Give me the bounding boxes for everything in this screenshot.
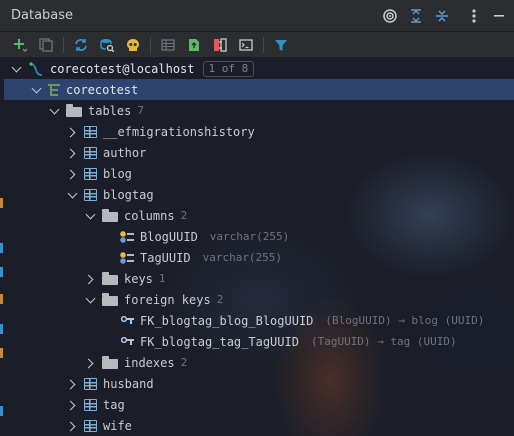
table-label: wife (103, 418, 132, 433)
collapse-all-icon[interactable] (430, 4, 454, 28)
foreign-key-reference: (TagUUID) → tag (UUID) (310, 335, 457, 348)
table-icon (84, 398, 97, 411)
chevron-right-icon[interactable] (66, 420, 78, 432)
refresh-icon[interactable] (68, 33, 94, 57)
columns-count: 2 (180, 209, 188, 222)
indexes-count: 2 (180, 356, 188, 369)
chevron-down-icon[interactable] (10, 63, 22, 75)
keys-folder-label: keys (124, 271, 153, 286)
tables-count: 7 (137, 104, 144, 117)
database-toolbar (0, 32, 514, 57)
minimize-icon[interactable] (488, 4, 512, 28)
push-icon[interactable] (181, 33, 207, 57)
database-connection-icon (28, 61, 44, 76)
chevron-right-icon[interactable] (66, 147, 78, 159)
column-label: TagUUID (140, 250, 191, 265)
toolbar-separator (150, 36, 151, 53)
table-view-icon[interactable] (155, 33, 181, 57)
column-label: BlogUUID (140, 229, 198, 244)
tree-row-column[interactable]: TagUUID varchar(255) (4, 247, 514, 268)
tree-row-columns-folder[interactable]: columns 2 (4, 205, 514, 226)
skull-icon[interactable] (120, 33, 146, 57)
foreign-key-label: FK_blogtag_blog_BlogUUID (140, 313, 314, 328)
table-icon (84, 125, 97, 138)
chevron-down-icon[interactable] (66, 189, 78, 201)
foreign-keys-count: 2 (216, 293, 224, 306)
tree-row-table[interactable]: blog (4, 163, 514, 184)
table-label: blog (103, 166, 132, 181)
connection-label: corecotest@localhost (50, 61, 195, 76)
chevron-right-icon[interactable] (66, 378, 78, 390)
tree-row-foreign-keys-folder[interactable]: foreign keys 2 (4, 289, 514, 310)
foreign-key-reference: (BlogUUID) → blog (UUID) (325, 314, 485, 327)
target-icon[interactable] (378, 4, 402, 28)
foreign-keys-folder-label: foreign keys (124, 292, 211, 307)
indexes-folder-label: indexes (124, 355, 175, 370)
column-icon (120, 230, 134, 243)
chevron-down-icon[interactable] (84, 294, 96, 306)
table-icon (84, 146, 97, 159)
expand-all-icon[interactable] (404, 4, 428, 28)
foreign-key-icon (120, 335, 134, 348)
add-icon[interactable] (7, 33, 33, 57)
schema-label: corecotest (66, 82, 139, 97)
tree-row-connection[interactable]: corecotest@localhost 1 of 8 (4, 58, 514, 79)
tree-row-table[interactable]: husband (4, 373, 514, 394)
table-icon (84, 377, 97, 390)
table-icon (84, 167, 97, 180)
tree-row-keys-folder[interactable]: keys 1 (4, 268, 514, 289)
chevron-down-icon[interactable] (30, 84, 42, 96)
column-icon (120, 251, 134, 264)
tree-row-foreign-key[interactable]: FK_blogtag_blog_BlogUUID (BlogUUID) → bl… (4, 310, 514, 331)
tree-row-indexes-folder[interactable]: indexes 2 (4, 352, 514, 373)
tree-row-tables-folder[interactable]: tables 7 (4, 100, 514, 121)
panel-title: Database (11, 8, 74, 23)
column-type: varchar(255) (209, 230, 290, 243)
filter-icon[interactable] (268, 33, 294, 57)
schema-pager[interactable]: 1 of 8 (202, 60, 255, 77)
tree-row-schema[interactable]: corecotest (4, 79, 514, 100)
more-vertical-icon[interactable] (462, 4, 486, 28)
column-type: varchar(255) (202, 251, 283, 264)
table-icon (84, 419, 97, 432)
toolbar-separator (63, 36, 64, 53)
foreign-key-label: FK_blogtag_tag_TagUUID (140, 334, 299, 349)
folder-icon (102, 355, 118, 369)
chevron-right-icon[interactable] (66, 168, 78, 180)
chevron-right-icon[interactable] (66, 399, 78, 411)
chevron-down-icon[interactable] (84, 210, 96, 222)
chevron-down-icon[interactable] (48, 105, 60, 117)
chevron-right-icon[interactable] (84, 273, 96, 285)
tree-row-foreign-key[interactable]: FK_blogtag_tag_TagUUID (TagUUID) → tag (… (4, 331, 514, 352)
table-label: husband (103, 376, 154, 391)
tables-folder-label: tables (88, 103, 132, 118)
schema-search-icon[interactable] (94, 33, 120, 57)
schema-icon (48, 83, 60, 96)
folder-icon (102, 292, 118, 306)
tree-row-table[interactable]: tag (4, 394, 514, 415)
folder-icon (102, 271, 118, 285)
folder-icon (66, 103, 82, 117)
tree-row-table[interactable]: __efmigrationshistory (4, 121, 514, 142)
chevron-right-icon[interactable] (84, 357, 96, 369)
tree-row-table-blogtag[interactable]: blogtag (4, 184, 514, 205)
toolbar-separator (263, 36, 264, 53)
chevron-right-icon[interactable] (66, 126, 78, 138)
console-icon[interactable] (233, 33, 259, 57)
keys-count: 1 (158, 272, 166, 285)
tree-row-table[interactable]: wife (4, 415, 514, 436)
panel-header: Database (0, 0, 514, 32)
table-label: __efmigrationshistory (103, 124, 255, 139)
table-label: tag (103, 397, 125, 412)
foreign-key-icon (120, 314, 134, 327)
tree-row-table[interactable]: author (4, 142, 514, 163)
diff-icon[interactable] (207, 33, 233, 57)
tree-row-column[interactable]: BlogUUID varchar(255) (4, 226, 514, 247)
copy-icon[interactable] (33, 33, 59, 57)
columns-folder-label: columns (124, 208, 175, 223)
table-label: blogtag (103, 187, 154, 202)
table-icon (84, 188, 97, 201)
table-label: author (103, 145, 147, 160)
folder-icon (102, 208, 118, 222)
